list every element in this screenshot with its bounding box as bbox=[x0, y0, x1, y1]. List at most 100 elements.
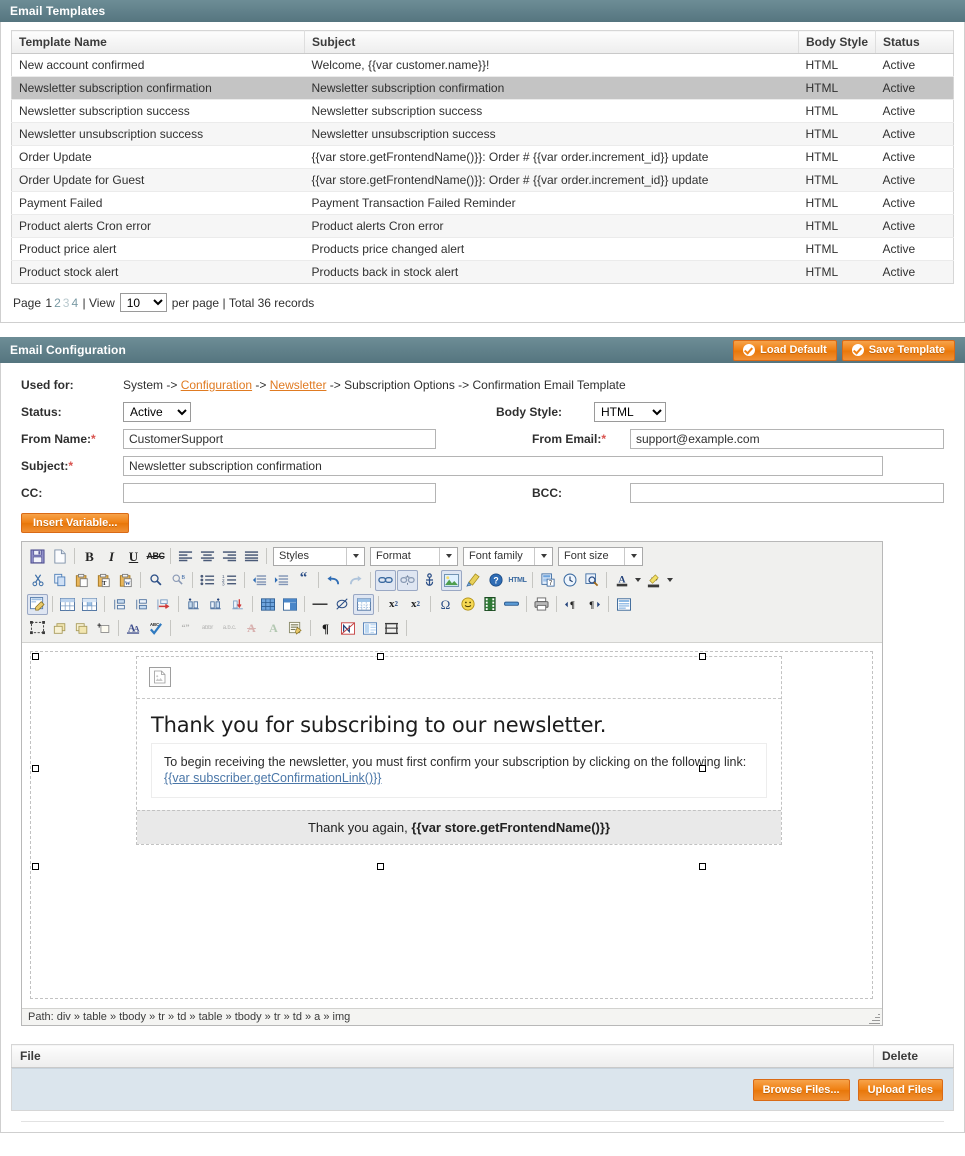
breadcrumb-link-newsletter[interactable]: Newsletter bbox=[270, 378, 327, 392]
align-justify-icon[interactable] bbox=[241, 546, 262, 567]
bullet-list-icon[interactable] bbox=[197, 570, 218, 591]
pager-page-3[interactable]: 3 bbox=[63, 296, 70, 310]
style-props-icon[interactable]: AA bbox=[123, 618, 144, 639]
browse-files-button[interactable]: Browse Files... bbox=[752, 1078, 850, 1101]
text-color-chevron-icon[interactable] bbox=[633, 570, 642, 591]
edit-css-icon[interactable] bbox=[27, 593, 48, 615]
text-color-icon[interactable]: A bbox=[611, 570, 632, 591]
table-row[interactable]: Payment Failed Payment Transaction Failed… bbox=[11, 191, 954, 215]
strikethrough-icon[interactable]: ABC bbox=[145, 546, 166, 567]
cell-properties-icon[interactable] bbox=[131, 594, 152, 615]
insert-column-after-icon[interactable] bbox=[205, 594, 226, 615]
undo-icon[interactable] bbox=[323, 570, 344, 591]
per-page-select[interactable]: 10203050100200 bbox=[119, 293, 167, 312]
table-row[interactable]: Product stock alert Products back in stoc… bbox=[11, 260, 954, 284]
background-color-chevron-icon[interactable] bbox=[665, 570, 674, 591]
emoticons-icon[interactable] bbox=[457, 594, 478, 615]
superscript-icon[interactable]: x2 bbox=[405, 594, 426, 615]
column-header-body-style[interactable]: Body Style bbox=[798, 30, 877, 54]
column-header-template-name[interactable]: Template Name bbox=[11, 30, 305, 54]
redo-icon[interactable] bbox=[345, 570, 366, 591]
layer-forward-icon[interactable] bbox=[71, 618, 92, 639]
preview-icon[interactable] bbox=[581, 570, 602, 591]
remove-format-icon[interactable] bbox=[331, 594, 352, 615]
subject-input[interactable] bbox=[123, 456, 883, 476]
layer-backward-icon[interactable] bbox=[49, 618, 70, 639]
table-row[interactable]: Newsletter subscription success Newslette… bbox=[11, 99, 954, 123]
styles-dropdown[interactable]: Styles bbox=[273, 546, 365, 566]
row-properties-icon[interactable] bbox=[109, 594, 130, 615]
toggle-guidelines-icon[interactable] bbox=[353, 593, 374, 615]
blockquote-icon[interactable]: “ bbox=[293, 570, 314, 591]
horizontal-rule-icon[interactable] bbox=[309, 594, 330, 615]
fullscreen-icon[interactable] bbox=[613, 594, 634, 615]
from-name-input[interactable] bbox=[123, 429, 436, 449]
copy-icon[interactable] bbox=[49, 570, 70, 591]
align-left-icon[interactable] bbox=[175, 546, 196, 567]
insert-template-icon[interactable]: 7 bbox=[537, 570, 558, 591]
search-icon[interactable] bbox=[145, 570, 166, 591]
selection-handle-top-center[interactable] bbox=[377, 653, 384, 660]
table-row[interactable]: Product alerts Cron error Product alerts … bbox=[11, 214, 954, 238]
italic-icon[interactable]: I bbox=[101, 546, 122, 567]
paste-as-text-icon[interactable]: T bbox=[93, 570, 114, 591]
merge-cells-icon[interactable] bbox=[257, 594, 278, 615]
insert-column-before-icon[interactable] bbox=[183, 594, 204, 615]
pager-page-1[interactable]: 1 bbox=[45, 296, 52, 310]
help-icon[interactable]: ? bbox=[485, 570, 506, 591]
selection-handle-bottom-center[interactable] bbox=[377, 863, 384, 870]
cleanup-icon[interactable] bbox=[463, 570, 484, 591]
column-header-subject[interactable]: Subject bbox=[304, 30, 799, 54]
upload-files-button[interactable]: Upload Files bbox=[857, 1078, 943, 1101]
table-row[interactable]: Product price alert Products price change… bbox=[11, 237, 954, 261]
cite-icon[interactable]: “” bbox=[175, 618, 196, 639]
load-default-button[interactable]: Load Default bbox=[733, 339, 837, 361]
acronym-icon[interactable]: a.b.c. bbox=[219, 618, 240, 639]
cut-icon[interactable] bbox=[27, 570, 48, 591]
insert-date-icon[interactable] bbox=[559, 570, 580, 591]
split-cells-icon[interactable] bbox=[279, 594, 300, 615]
table-row[interactable]: New account confirmed Welcome, {{var cust… bbox=[11, 53, 954, 77]
align-right-icon[interactable] bbox=[219, 546, 240, 567]
insert-image-icon[interactable] bbox=[441, 569, 462, 591]
save-template-button[interactable]: Save Template bbox=[841, 339, 955, 361]
selection-handle-bottom-left[interactable] bbox=[32, 863, 39, 870]
new-document-icon[interactable] bbox=[49, 546, 70, 567]
anchor-icon[interactable] bbox=[419, 570, 440, 591]
font-family-dropdown[interactable]: Font family bbox=[463, 546, 553, 566]
attributes-icon[interactable] bbox=[285, 618, 306, 639]
subscript-icon[interactable]: x2 bbox=[383, 594, 404, 615]
insert-variable-button[interactable]: Insert Variable... bbox=[21, 513, 130, 533]
abbr-icon[interactable]: abbr bbox=[197, 618, 218, 639]
paste-icon[interactable] bbox=[71, 570, 92, 591]
spellcheck-icon[interactable]: ABC bbox=[145, 618, 166, 639]
selection-handle-middle-right[interactable] bbox=[699, 765, 706, 772]
selection-handle-top-right[interactable] bbox=[699, 653, 706, 660]
nonbreaking-icon[interactable] bbox=[337, 618, 358, 639]
print-icon[interactable] bbox=[531, 594, 552, 615]
insert-media-icon[interactable] bbox=[479, 594, 500, 615]
selection-handle-middle-left[interactable] bbox=[32, 765, 39, 772]
pager-page-2[interactable]: 2 bbox=[54, 296, 61, 310]
special-character-icon[interactable]: Ω bbox=[435, 594, 456, 615]
font-size-dropdown[interactable]: Font size bbox=[558, 546, 643, 566]
paste-from-word-icon[interactable]: W bbox=[115, 570, 136, 591]
cc-input[interactable] bbox=[123, 483, 436, 503]
insert-page-break-icon[interactable] bbox=[381, 618, 402, 639]
underline-icon[interactable]: U bbox=[123, 546, 144, 567]
editor-canvas[interactable]: Thank you for subscribing to our newslet… bbox=[22, 643, 882, 1008]
bcc-input[interactable] bbox=[630, 483, 944, 503]
from-email-input[interactable] bbox=[630, 429, 944, 449]
insert-link-icon[interactable] bbox=[375, 569, 396, 591]
table-row[interactable]: Newsletter unsubscription success Newslet… bbox=[11, 122, 954, 146]
unlink-icon[interactable] bbox=[397, 569, 418, 591]
breadcrumb-link-configuration[interactable]: Configuration bbox=[181, 378, 252, 392]
select-all-icon[interactable] bbox=[27, 618, 48, 639]
outdent-icon[interactable] bbox=[249, 570, 270, 591]
email-confirmation-link[interactable]: {{var subscriber.getConfirmationLink()}} bbox=[164, 771, 381, 785]
delete-column-icon[interactable] bbox=[227, 594, 248, 615]
bold-icon[interactable]: B bbox=[79, 546, 100, 567]
body-style-select[interactable]: HTMLText bbox=[594, 402, 666, 422]
column-header-status[interactable]: Status bbox=[875, 30, 954, 54]
numbered-list-icon[interactable]: 123 bbox=[219, 570, 240, 591]
